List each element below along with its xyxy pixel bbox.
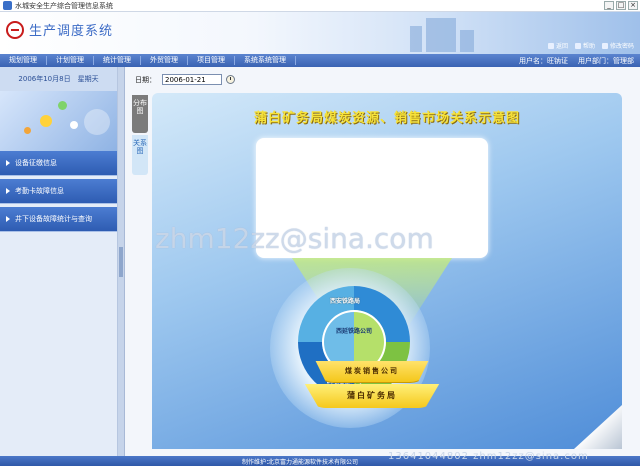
app-name: 生产调度系统 xyxy=(29,24,114,39)
sidebar-splitter[interactable] xyxy=(118,67,125,456)
watermark: zhm12zz@sina.com xyxy=(155,222,434,255)
footer: 制作维护： 北京富力通能源软件技术有限公司 13641044802 zhm12z… xyxy=(0,451,640,466)
key-icon xyxy=(601,42,608,49)
header-links: 返回 帮助 修改密码 xyxy=(547,41,634,50)
help-link[interactable]: 帮助 xyxy=(574,41,595,50)
help-icon xyxy=(574,42,581,49)
logo-icon xyxy=(6,20,24,39)
sidebar-item-equipment-info[interactable]: 设备征缴信息 xyxy=(0,151,117,176)
center-node[interactable]: 西延铁路公司 xyxy=(336,328,372,336)
molecule-graphic xyxy=(0,91,117,151)
arrow-icon xyxy=(6,160,10,166)
menu-item-plan[interactable]: 计划管理 xyxy=(47,56,94,65)
arc-coal-sales[interactable]: 煤炭销售公司 xyxy=(315,361,429,383)
menu-item-planning[interactable]: 规划管理 xyxy=(0,56,47,65)
sidebar-date: 2006年10月8日 星期天 xyxy=(0,67,117,91)
back-icon xyxy=(547,42,554,49)
change-password-link[interactable]: 修改密码 xyxy=(601,41,634,50)
arrow-icon xyxy=(6,216,10,222)
minimize-button[interactable]: _ xyxy=(604,1,614,10)
app-header: 生产调度系统 返回 帮助 修改密码 xyxy=(0,12,640,54)
arc-mining-bureau[interactable]: 蒲白矿务局 xyxy=(304,384,440,408)
splitter-handle[interactable] xyxy=(119,247,123,277)
window-title: 水城安全生产综合管理信息系统 xyxy=(15,1,113,10)
user-info: 用户名：旺钠证 用户部门：管理部 xyxy=(519,56,634,66)
app-icon xyxy=(3,1,12,10)
sidebar-item-label: 井下设备故障统计与查询 xyxy=(15,215,92,223)
sidebar-item-underground-fault-stats[interactable]: 井下设备故障统计与查询 xyxy=(0,207,117,232)
window-controls: _ □ × xyxy=(604,1,638,10)
main-menu: 规划管理 计划管理 统计管理 外贸管理 项目管理 系统系统管理 用户名：旺钠证 … xyxy=(0,54,640,67)
sidebar: 2006年10月8日 星期天 设备征缴信息 考勤卡故障信息 井下设备故障统计与查… xyxy=(0,67,118,456)
diagram-stage: 蒲白矿务局煤炭资源、销售市场关系示意图 西安铁路局 铁路运输公司 西延铁路公司 … xyxy=(152,93,622,449)
calendar-picker-icon[interactable] xyxy=(226,75,235,84)
sidebar-item-label: 考勤卡故障信息 xyxy=(15,187,64,195)
menu-item-projects[interactable]: 项目管理 xyxy=(188,56,235,65)
window-titlebar: 水城安全生产综合管理信息系统 _ □ × xyxy=(0,0,640,12)
diagram-title: 蒲白矿务局煤炭资源、销售市场关系示意图 xyxy=(253,111,520,126)
back-link[interactable]: 返回 xyxy=(547,41,568,50)
sidebar-item-label: 设备征缴信息 xyxy=(15,159,57,167)
tab-distribution-map[interactable]: 分布图 xyxy=(132,95,148,133)
arrow-icon xyxy=(6,188,10,194)
username-label: 用户名：旺钠证 xyxy=(519,57,568,65)
app-logo: 生产调度系统 xyxy=(6,20,113,39)
page-curl xyxy=(574,405,622,449)
menu-item-statistics[interactable]: 统计管理 xyxy=(94,56,141,65)
maximize-button[interactable]: □ xyxy=(616,1,626,10)
ring-node-xian-railway[interactable]: 西安铁路局 xyxy=(330,296,360,305)
sidebar-item-attendance-faults[interactable]: 考勤卡故障信息 xyxy=(0,179,117,204)
building-graphic xyxy=(400,14,490,52)
close-button[interactable]: × xyxy=(628,1,638,10)
footer-company: 北京富力通能源软件技术有限公司 xyxy=(268,459,359,466)
main-content: 日期： 分布图 关系图 蒲白矿务局煤炭资源、销售市场关系示意图 西安铁路局 铁路… xyxy=(125,67,640,456)
menu-item-system[interactable]: 系统系统管理 xyxy=(235,56,296,65)
tab-relation-map[interactable]: 关系图 xyxy=(132,135,148,175)
menu-item-foreign-trade[interactable]: 外贸管理 xyxy=(141,56,188,65)
date-filter: 日期： xyxy=(135,74,235,85)
footer-watermark: 13641044802 zhm12zz@sina.com xyxy=(388,451,589,462)
date-label: 日期： xyxy=(135,75,156,84)
date-input[interactable] xyxy=(162,74,222,85)
department-label: 用户部门：管理部 xyxy=(578,57,634,65)
